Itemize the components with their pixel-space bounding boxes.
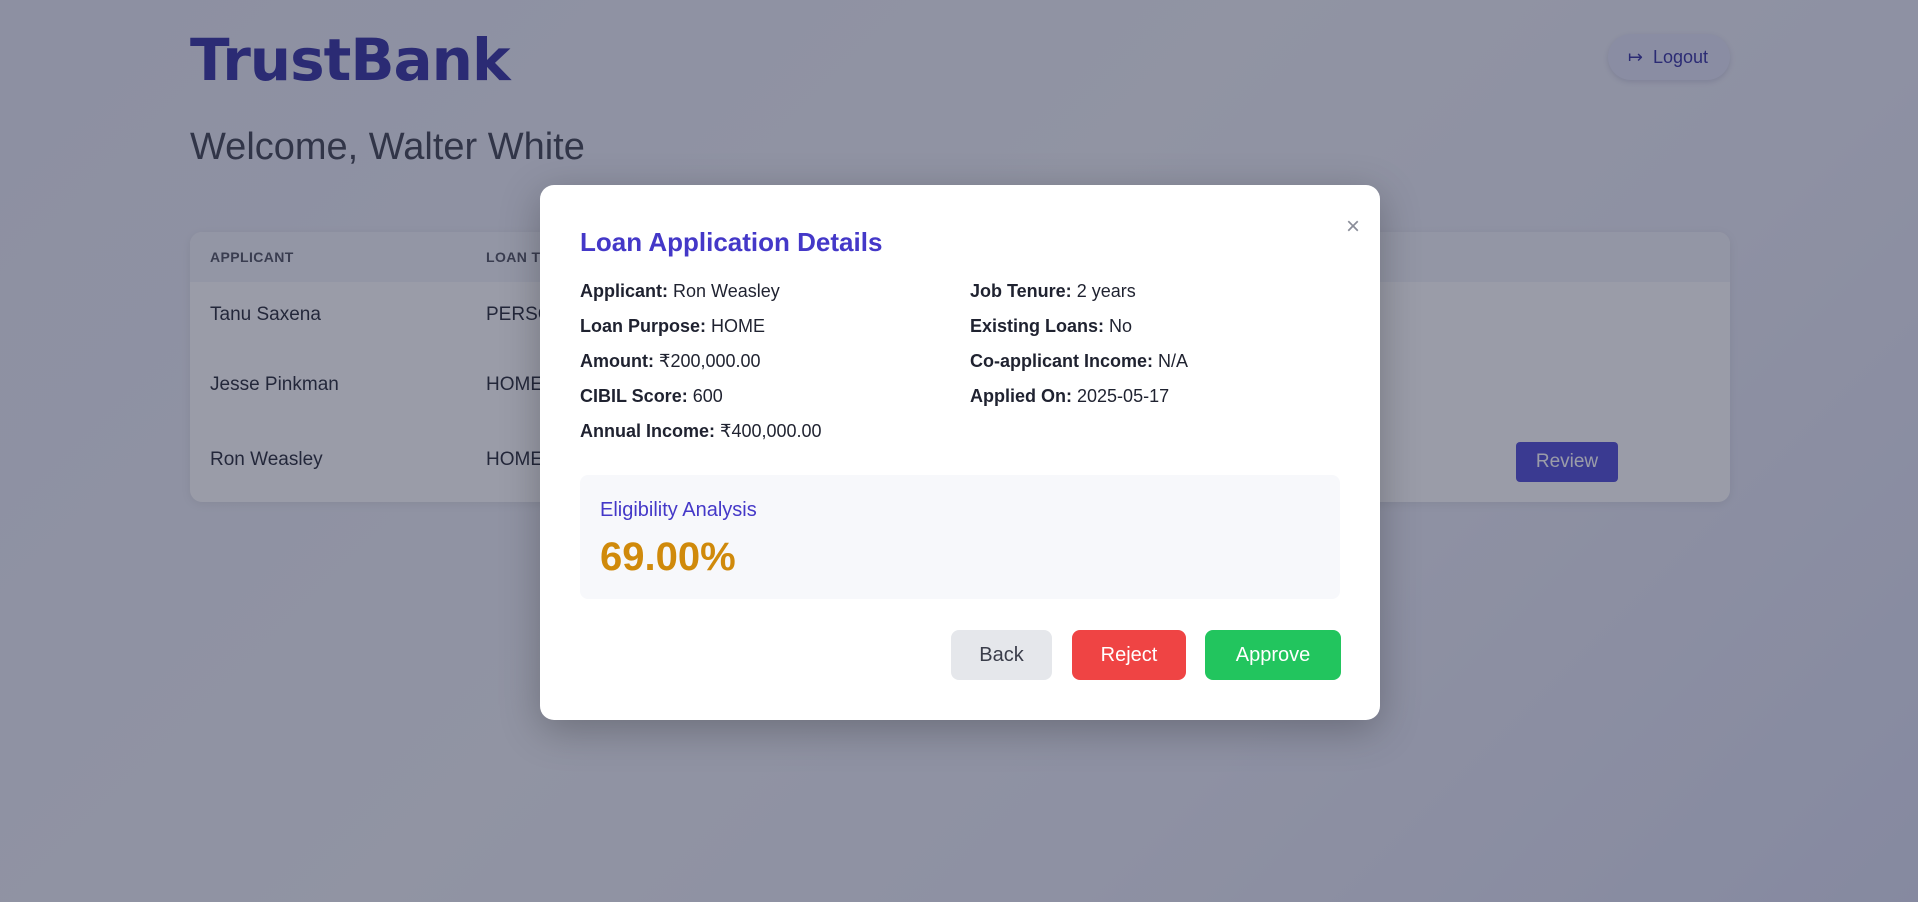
detail-cibil-score: CIBIL Score: 600 [580, 386, 822, 421]
eligibility-panel: Eligibility Analysis 69.00% [580, 475, 1340, 599]
detail-label: Job Tenure: [970, 281, 1072, 301]
detail-label: Existing Loans: [970, 316, 1105, 336]
details-left-column: Applicant: Ron Weasley Loan Purpose: HOM… [580, 281, 822, 456]
detail-label: Loan Purpose: [580, 316, 707, 336]
close-icon[interactable]: × [1346, 215, 1360, 239]
eligibility-score: 69.00% [600, 535, 736, 579]
detail-job-tenure: Job Tenure: 2 years [970, 281, 1188, 316]
detail-loan-purpose: Loan Purpose: HOME [580, 316, 822, 351]
loan-details-modal: × Loan Application Details Applicant: Ro… [540, 185, 1380, 720]
detail-applied-on: Applied On: 2025-05-17 [970, 386, 1188, 421]
eligibility-title: Eligibility Analysis [600, 499, 757, 521]
detail-value: 2025-05-17 [1077, 386, 1170, 406]
details-right-column: Job Tenure: 2 years Existing Loans: No C… [970, 281, 1188, 421]
back-button[interactable]: Back [951, 630, 1052, 680]
detail-annual-income: Annual Income: ₹400,000.00 [580, 421, 822, 456]
detail-label: Amount: [580, 351, 654, 371]
detail-value: No [1109, 316, 1133, 336]
detail-label: Co-applicant Income: [970, 351, 1154, 371]
detail-label: Annual Income: [580, 421, 716, 441]
detail-value: ₹200,000.00 [659, 351, 761, 371]
approve-button[interactable]: Approve [1205, 630, 1341, 680]
detail-coapplicant-income: Co-applicant Income: N/A [970, 351, 1188, 386]
detail-value: 2 years [1076, 281, 1136, 301]
detail-applicant: Applicant: Ron Weasley [580, 281, 822, 316]
detail-label: Applied On: [970, 386, 1072, 406]
detail-value: ₹400,000.00 [720, 421, 822, 441]
detail-value: N/A [1158, 351, 1189, 371]
detail-value: Ron Weasley [673, 281, 780, 301]
detail-value: 600 [692, 386, 723, 406]
detail-label: Applicant: [580, 281, 668, 301]
reject-button[interactable]: Reject [1072, 630, 1186, 680]
detail-label: CIBIL Score: [580, 386, 688, 406]
detail-value: HOME [711, 316, 766, 336]
modal-title: Loan Application Details [580, 227, 883, 257]
detail-existing-loans: Existing Loans: No [970, 316, 1188, 351]
detail-amount: Amount: ₹200,000.00 [580, 351, 822, 386]
